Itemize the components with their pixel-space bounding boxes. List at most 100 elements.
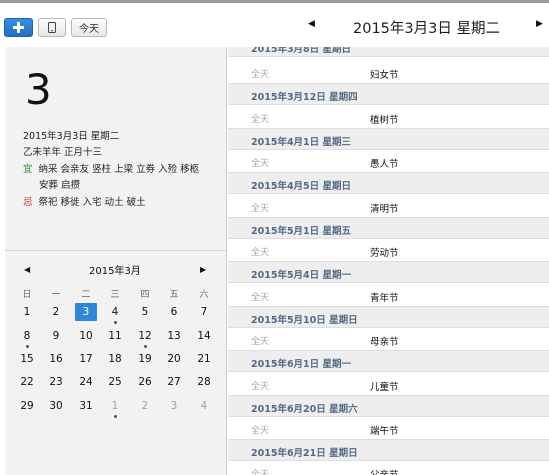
ji-label: 忌 bbox=[23, 197, 33, 208]
event-row[interactable]: 全天 清明节 bbox=[228, 195, 549, 217]
all-day-label: 全天 bbox=[251, 115, 270, 125]
day-cell[interactable]: 7 bbox=[193, 303, 215, 321]
event-row[interactable]: 全天 父亲节 bbox=[228, 461, 549, 475]
all-day-label: 全天 bbox=[251, 204, 270, 214]
event-row[interactable]: 全天 端午节 bbox=[228, 417, 549, 439]
mini-calendar-title: 2015年3月 bbox=[89, 266, 141, 277]
day-cell[interactable]: 26 bbox=[134, 373, 156, 391]
event-dot-icon bbox=[144, 345, 147, 348]
event-date-header: 2015年3月12日 星期四 bbox=[228, 83, 549, 105]
event-row[interactable]: 全天 妇女节 bbox=[228, 61, 549, 83]
day-cell[interactable]: 21 bbox=[193, 350, 215, 368]
event-date-header: 2015年4月5日 星期日 bbox=[228, 172, 549, 194]
event-name: 清明节 bbox=[370, 204, 399, 215]
all-day-label: 全天 bbox=[251, 337, 270, 347]
ji-items: 祭祀 移徙 入宅 动土 破土 bbox=[38, 197, 146, 208]
mobile-icon bbox=[48, 22, 56, 33]
event-date-header: 2015年6月20日 星期六 bbox=[228, 395, 549, 417]
event-row[interactable]: 全天 儿童节 bbox=[228, 373, 549, 395]
day-cell[interactable]: 5 bbox=[134, 303, 156, 321]
today-button[interactable]: 今天 bbox=[71, 18, 107, 37]
event-row[interactable]: 全天 愚人节 bbox=[228, 150, 549, 172]
day-cell[interactable]: 4 bbox=[104, 303, 126, 321]
panel-divider bbox=[5, 250, 226, 251]
prev-day-arrow-icon[interactable]: ◀ bbox=[308, 19, 315, 29]
all-day-label: 全天 bbox=[251, 470, 270, 475]
next-month-arrow-icon[interactable]: ▶ bbox=[200, 265, 206, 274]
day-cell[interactable]: 14 bbox=[193, 327, 215, 345]
event-name: 端午节 bbox=[370, 426, 399, 437]
day-cell[interactable]: 12 bbox=[134, 327, 156, 345]
day-cell[interactable]: 2 bbox=[45, 303, 67, 321]
day-cell-next-month[interactable]: 2 bbox=[134, 397, 156, 415]
mobile-view-button[interactable] bbox=[38, 18, 66, 37]
day-cell[interactable]: 24 bbox=[75, 373, 97, 391]
all-day-label: 全天 bbox=[251, 159, 270, 169]
all-day-label: 全天 bbox=[251, 70, 270, 80]
event-date-header: 2015年5月10日 星期日 bbox=[228, 306, 549, 328]
event-dot-icon bbox=[114, 321, 117, 324]
day-cell[interactable]: 9 bbox=[45, 327, 67, 345]
event-date-label: 2015年5月4日 星期一 bbox=[251, 270, 351, 281]
day-cell[interactable]: 31 bbox=[75, 397, 97, 415]
next-day-arrow-icon[interactable]: ▶ bbox=[536, 19, 543, 29]
weekday-label: 一 bbox=[51, 290, 61, 300]
weekday-label: 日 bbox=[22, 290, 32, 300]
day-cell[interactable]: 13 bbox=[163, 327, 185, 345]
toolbar: 今天 ◀ 2015年3月3日 星期二 ▶ bbox=[0, 3, 549, 47]
lunar-line: 乙未羊年 正月十三 bbox=[23, 147, 103, 158]
event-row[interactable]: 全天 植树节 bbox=[228, 106, 549, 128]
day-cell[interactable]: 17 bbox=[75, 350, 97, 368]
day-cell[interactable]: 25 bbox=[104, 373, 126, 391]
event-date-label: 2015年4月1日 星期三 bbox=[251, 137, 351, 148]
day-cell[interactable]: 23 bbox=[45, 373, 67, 391]
day-cell[interactable]: 22 bbox=[16, 373, 38, 391]
day-cell[interactable]: 1 bbox=[16, 303, 38, 321]
all-day-label: 全天 bbox=[251, 293, 270, 303]
day-detail-panel: 3 2015年3月3日 星期二 乙未羊年 正月十三 宜纳采 会亲友 竖柱 上梁 … bbox=[5, 47, 227, 475]
page-title: 2015年3月3日 星期二 bbox=[353, 21, 500, 37]
day-cell[interactable]: 10 bbox=[75, 327, 97, 345]
day-cell[interactable]: 28 bbox=[193, 373, 215, 391]
day-cell-next-month[interactable]: 1 bbox=[104, 397, 126, 415]
event-date-label: 2015年6月21日 星期日 bbox=[251, 448, 358, 459]
event-date-label: 2015年6月20日 星期六 bbox=[251, 404, 358, 415]
day-cell-selected[interactable]: 3 bbox=[75, 303, 97, 321]
event-date-header: 2015年6月21日 星期日 bbox=[228, 439, 549, 461]
day-cell[interactable]: 19 bbox=[134, 350, 156, 368]
day-cell[interactable]: 8 bbox=[16, 327, 38, 345]
event-row[interactable]: 全天 母亲节 bbox=[228, 328, 549, 350]
events-list: 2015年3月8日 星期日 全天 妇女节 2015年3月12日 星期四 全天 植树节… bbox=[228, 47, 549, 475]
day-cell[interactable]: 30 bbox=[45, 397, 67, 415]
day-cell[interactable]: 29 bbox=[16, 397, 38, 415]
all-day-label: 全天 bbox=[251, 382, 270, 392]
weekday-label: 五 bbox=[169, 290, 179, 300]
add-event-button[interactable] bbox=[4, 18, 33, 37]
weekday-label: 四 bbox=[140, 290, 150, 300]
day-cell[interactable]: 11 bbox=[104, 327, 126, 345]
day-cell[interactable]: 20 bbox=[163, 350, 185, 368]
event-date-header: 2015年4月1日 星期三 bbox=[228, 128, 549, 150]
day-cell[interactable]: 6 bbox=[163, 303, 185, 321]
event-name: 愚人节 bbox=[370, 159, 399, 170]
prev-month-arrow-icon[interactable]: ◀ bbox=[24, 265, 30, 274]
event-name: 妇女节 bbox=[370, 70, 399, 81]
event-row[interactable]: 全天 劳动节 bbox=[228, 239, 549, 261]
event-date-header: 2015年3月8日 星期日 bbox=[228, 47, 549, 57]
yi-items: 纳采 会亲友 竖柱 上梁 立券 入殓 移柩 bbox=[38, 164, 200, 175]
all-day-label: 全天 bbox=[251, 426, 270, 436]
event-date-header: 2015年5月1日 星期五 bbox=[228, 217, 549, 239]
day-cell[interactable]: 27 bbox=[163, 373, 185, 391]
event-date-label: 2015年5月1日 星期五 bbox=[251, 226, 351, 237]
day-cell[interactable]: 15 bbox=[16, 350, 38, 368]
event-row[interactable]: 全天 青年节 bbox=[228, 284, 549, 306]
day-cell[interactable]: 16 bbox=[45, 350, 67, 368]
event-dot-icon bbox=[26, 345, 29, 348]
event-name: 母亲节 bbox=[370, 337, 399, 348]
event-name: 儿童节 bbox=[370, 382, 399, 393]
day-cell-next-month[interactable]: 3 bbox=[163, 397, 185, 415]
event-date-label: 2015年4月5日 星期日 bbox=[251, 181, 351, 192]
day-cell[interactable]: 18 bbox=[104, 350, 126, 368]
day-cell-next-month[interactable]: 4 bbox=[193, 397, 215, 415]
weekday-label: 三 bbox=[110, 290, 120, 300]
